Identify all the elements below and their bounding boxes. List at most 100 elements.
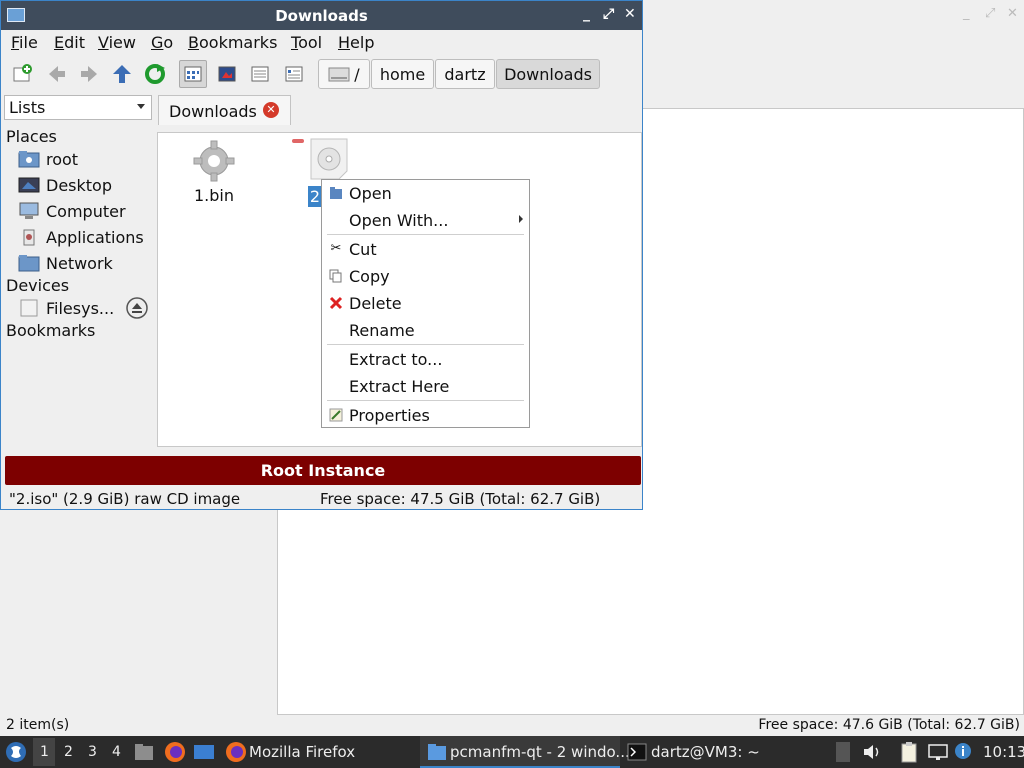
sidepane-mode-select[interactable]: Lists bbox=[4, 95, 152, 120]
new-folder-icon bbox=[13, 64, 32, 82]
volume-icon[interactable] bbox=[862, 743, 882, 761]
back-button[interactable] bbox=[43, 60, 71, 88]
bg-close-icon[interactable]: ✕ bbox=[1007, 6, 1018, 21]
reload-button[interactable] bbox=[141, 60, 169, 88]
task-terminal[interactable]: dartz@VM3: ~ bbox=[651, 743, 760, 761]
menu-item-rename[interactable]: Rename bbox=[322, 319, 529, 341]
menu-item-extract-here[interactable]: Extract Here bbox=[322, 375, 529, 397]
thumbnail-view-button[interactable] bbox=[213, 60, 241, 88]
context-menu: Open Open With... ✂ Cut Copy Delete Rena… bbox=[321, 179, 530, 428]
menu-bookmarks[interactable]: Bookmarks bbox=[188, 33, 277, 52]
path-home-label: home bbox=[379, 64, 426, 84]
workspace-3[interactable]: 3 bbox=[88, 744, 97, 760]
task-firefox[interactable]: Mozilla Firefox bbox=[249, 743, 355, 761]
file-item-label[interactable]: 1.bin bbox=[194, 186, 234, 205]
sidebar-item-computer[interactable]: Computer bbox=[18, 200, 126, 222]
path-downloads-button[interactable]: Downloads bbox=[496, 59, 600, 89]
thumbnail-view-icon bbox=[218, 66, 236, 82]
menu-item-copy[interactable]: Copy bbox=[322, 265, 529, 287]
gear-file-icon bbox=[193, 140, 235, 182]
menu-item-open-with[interactable]: Open With... bbox=[322, 209, 529, 231]
bg-maximize-icon[interactable]: ⤢ bbox=[985, 6, 995, 21]
eject-icon[interactable] bbox=[126, 297, 148, 319]
open-folder-icon bbox=[330, 187, 342, 199]
network-icon[interactable] bbox=[928, 743, 948, 761]
close-button[interactable]: ✕ bbox=[624, 6, 636, 22]
new-tab-button[interactable] bbox=[9, 60, 37, 88]
workspace-4[interactable]: 4 bbox=[112, 744, 121, 760]
menu-view[interactable]: View bbox=[98, 33, 136, 52]
bg-status-free-space: Free space: 47.6 GiB (Total: 62.7 GiB) bbox=[758, 717, 1020, 733]
sidebar-item-filesystem[interactable]: Filesys... bbox=[18, 297, 114, 319]
sidebar-item-root[interactable]: root bbox=[18, 148, 78, 170]
desktop-launcher-icon[interactable] bbox=[193, 743, 215, 761]
network-folder-icon bbox=[18, 255, 40, 272]
menu-help[interactable]: Help bbox=[338, 33, 374, 52]
detailed-list-icon bbox=[285, 66, 303, 82]
file-item-label-selected[interactable]: 2 bbox=[308, 186, 322, 207]
start-menu-icon[interactable] bbox=[5, 741, 27, 763]
path-downloads-label: Downloads bbox=[504, 64, 592, 84]
icon-view-button[interactable] bbox=[179, 60, 207, 88]
sidebar-item-label: Filesys... bbox=[46, 298, 115, 318]
selection-marker bbox=[292, 139, 304, 143]
task-pcmanfm[interactable]: pcmanfm-qt - 2 windo... bbox=[450, 743, 630, 761]
bg-minimize-icon[interactable]: _ bbox=[963, 6, 970, 21]
menu-item-cut[interactable]: ✂ Cut bbox=[322, 238, 529, 260]
menu-tool[interactable]: Tool bbox=[291, 33, 322, 52]
path-root-button[interactable]: / bbox=[318, 59, 370, 89]
path-dartz-button[interactable]: dartz bbox=[435, 59, 495, 89]
drive-icon bbox=[328, 67, 350, 82]
sidebar-item-network[interactable]: Network bbox=[18, 252, 113, 274]
menu-item-properties[interactable]: Properties bbox=[322, 404, 529, 426]
workspace-1[interactable]: 1 bbox=[40, 744, 49, 760]
firefox-launcher-icon[interactable] bbox=[164, 741, 186, 763]
submenu-arrow-icon bbox=[519, 215, 523, 223]
tab-label: Downloads bbox=[169, 102, 257, 121]
maximize-button[interactable]: ⤢ bbox=[603, 6, 614, 22]
detailed-view-button[interactable] bbox=[280, 60, 308, 88]
scroll-handle-icon[interactable] bbox=[836, 742, 850, 762]
menu-item-extract-to[interactable]: Extract to... bbox=[322, 348, 529, 370]
path-root-label: / bbox=[354, 64, 360, 84]
sidebar-item-label: Desktop bbox=[46, 175, 112, 195]
minimize-button[interactable]: _ bbox=[583, 6, 590, 22]
menu-item-open[interactable]: Open bbox=[322, 182, 529, 204]
chevron-down-icon bbox=[137, 104, 145, 109]
menu-edit[interactable]: Edit bbox=[54, 33, 85, 52]
clipboard-icon[interactable] bbox=[899, 741, 919, 763]
root-instance-banner: Root Instance bbox=[5, 456, 641, 485]
menu-item-delete[interactable]: Delete bbox=[322, 292, 529, 314]
firefox-icon bbox=[226, 742, 246, 762]
sidebar-item-applications[interactable]: Applications bbox=[18, 226, 144, 248]
file-manager-launcher-icon[interactable] bbox=[134, 743, 154, 761]
sidepane-mode-value: Lists bbox=[9, 98, 46, 117]
file-item-1-bin-icon[interactable] bbox=[192, 139, 236, 183]
window-titlebar[interactable]: Downloads _ ⤢ ✕ bbox=[1, 1, 642, 30]
notification-info-icon[interactable] bbox=[953, 741, 973, 761]
background-window-titlebar: _ ⤢ ✕ bbox=[645, 0, 1024, 30]
path-dartz-label: dartz bbox=[444, 64, 486, 84]
compact-view-button[interactable] bbox=[246, 60, 274, 88]
reload-icon bbox=[145, 64, 165, 84]
sidebar-item-label: Computer bbox=[46, 201, 126, 221]
file-item-2-iso-icon[interactable] bbox=[309, 137, 349, 181]
up-button[interactable] bbox=[108, 60, 136, 88]
computer-icon bbox=[19, 202, 39, 219]
forward-button[interactable] bbox=[75, 60, 103, 88]
delete-x-icon bbox=[329, 296, 343, 310]
icon-view-icon bbox=[184, 66, 202, 82]
menu-separator bbox=[327, 234, 524, 235]
workspace-2[interactable]: 2 bbox=[64, 744, 73, 760]
clock: 10:13 bbox=[983, 743, 1024, 761]
menu-go[interactable]: Go bbox=[151, 33, 173, 52]
sidebar-item-desktop[interactable]: Desktop bbox=[18, 174, 112, 196]
tab-downloads[interactable]: Downloads ✕ bbox=[158, 95, 291, 125]
sidebar-item-label: Applications bbox=[46, 227, 144, 247]
menu-file[interactable]: File bbox=[11, 33, 38, 52]
menubar: File Edit View Go Bookmarks Tool Help bbox=[1, 30, 642, 54]
path-home-button[interactable]: home bbox=[371, 59, 434, 89]
places-header: Places bbox=[6, 127, 57, 146]
sidebar-item-label: Network bbox=[46, 253, 113, 273]
close-tab-icon[interactable]: ✕ bbox=[263, 102, 279, 118]
